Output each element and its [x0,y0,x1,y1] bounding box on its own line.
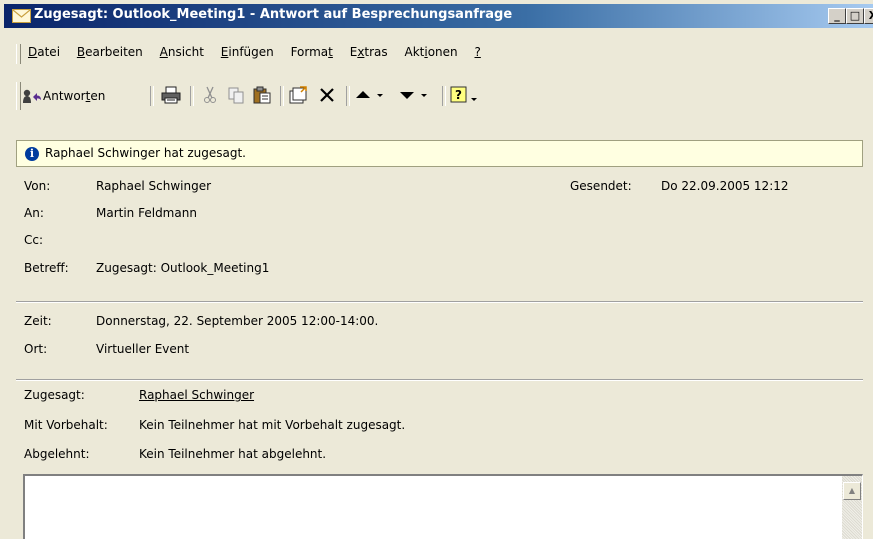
header-divider [16,301,863,303]
menu-einfuegen[interactable]: Einfügen [221,45,274,59]
envelope-icon [12,9,31,23]
reply-icon [22,88,42,104]
to-label: An: [24,206,44,220]
accepted-attendee-link[interactable]: Raphael Schwinger [139,388,254,402]
menu-aktionen[interactable]: Aktionen [405,45,458,59]
next-item-button[interactable] [396,84,436,108]
menubar-grip[interactable] [16,44,21,64]
menu-datei[interactable]: Datei [28,45,60,59]
location-label: Ort: [24,342,48,356]
previous-item-icon [354,86,390,107]
move-to-folder-icon [289,85,309,107]
subject-label: Betreff: [24,261,69,275]
print-button[interactable] [158,84,184,108]
window-title: Zugesagt: Outlook_Meeting1 - Antwort auf… [34,7,513,22]
location-value: Virtueller Event [96,342,190,356]
info-icon: i [25,147,39,161]
toolbar-grip[interactable] [16,82,21,110]
toolbar-separator [150,86,154,106]
menu-ansicht[interactable]: Ansicht [160,45,204,59]
menu-bearbeiten[interactable]: Bearbeiten [77,45,143,59]
delete-button[interactable] [314,84,340,108]
toolbar-separator [190,86,194,106]
to-value[interactable]: Martin Feldmann [96,206,197,220]
info-text: Raphael Schwinger hat zugesagt. [45,146,246,160]
cut-icon [202,86,218,107]
help-icon: ? [449,86,483,107]
menu-help[interactable]: ? [474,45,480,59]
declined-value: Kein Teilnehmer hat abgelehnt. [139,447,327,461]
print-icon [161,86,181,107]
close-button[interactable]: X [864,8,873,24]
next-item-icon [398,86,434,107]
svg-text:?: ? [455,88,462,102]
toolbar-separator [442,86,446,106]
from-label: Von: [24,179,51,193]
sent-label: Gesendet: [570,179,632,193]
title-bar[interactable]: Zugesagt: Outlook_Meeting1 - Antwort auf… [4,4,873,28]
copy-icon [227,86,245,107]
move-to-folder-button[interactable] [286,84,312,108]
tentative-value: Kein Teilnehmer hat mit Vorbehalt zugesa… [139,418,406,432]
time-label: Zeit: [24,314,52,328]
scroll-up-button[interactable]: ▲ [843,482,861,500]
previous-item-button[interactable] [352,84,392,108]
time-value: Donnerstag, 22. September 2005 12:00-14:… [96,314,379,328]
menu-bar: Datei Bearbeiten Ansicht Einfügen Format… [22,45,488,63]
menu-extras[interactable]: Extras [350,45,388,59]
toolbar-separator [280,86,284,106]
copy-button[interactable] [224,84,248,108]
reply-label: Antworten [43,89,106,103]
tentative-label: Mit Vorbehalt: [24,418,108,432]
cut-button[interactable] [198,84,222,108]
accepted-label: Zugesagt: [24,388,85,402]
menu-format[interactable]: Format [291,45,333,59]
maximize-button[interactable]: □ [846,8,864,24]
message-window: Zugesagt: Outlook_Meeting1 - Antwort auf… [0,0,873,539]
vertical-scrollbar[interactable]: ▲ [842,476,862,539]
paste-icon [252,86,272,107]
sent-value: Do 22.09.2005 12:12 [661,179,789,193]
cc-label: Cc: [24,233,44,247]
toolbar-separator [346,86,350,106]
message-body[interactable]: ▲ [23,474,863,539]
declined-label: Abgelehnt: [24,447,90,461]
minimize-button[interactable]: _ [828,8,846,24]
help-button[interactable]: ? [448,84,484,108]
delete-icon [318,86,336,107]
reply-button[interactable]: Antworten [22,84,144,108]
info-bar: i Raphael Schwinger hat zugesagt. [16,140,863,167]
subject-value: Zugesagt: Outlook_Meeting1 [96,261,270,275]
from-value[interactable]: Raphael Schwinger [96,179,211,193]
meeting-divider [16,379,863,381]
paste-button[interactable] [250,84,274,108]
menu-datei-label: atei [37,45,61,59]
